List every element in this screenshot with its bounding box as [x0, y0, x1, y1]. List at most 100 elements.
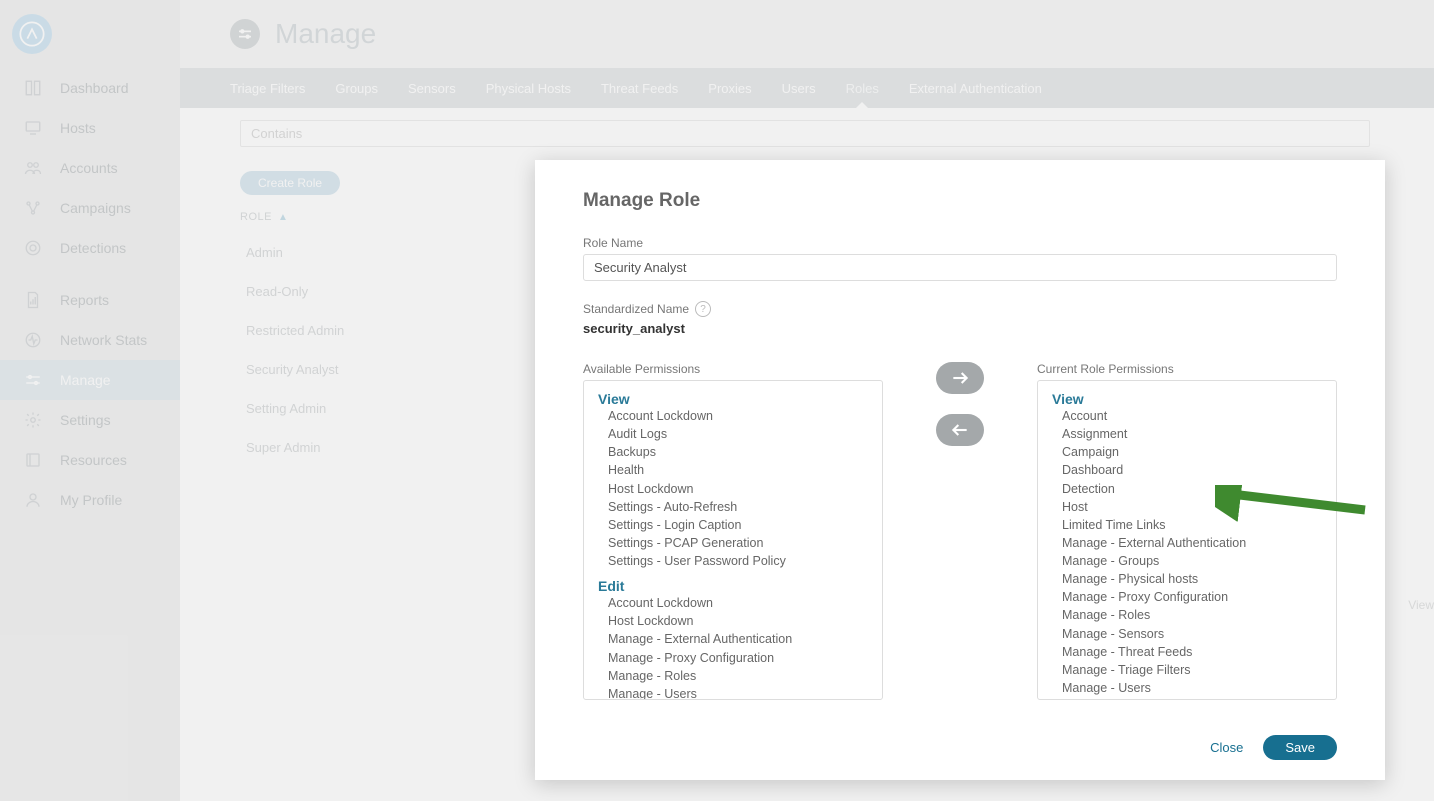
sidebar-item-hosts[interactable]: Hosts: [0, 108, 180, 148]
sidebar-item-label: Network Stats: [60, 332, 147, 348]
perm-item[interactable]: Manage - External Authentication: [598, 630, 868, 648]
sliders-icon: [24, 371, 42, 389]
filter-input[interactable]: Contains: [240, 120, 1370, 147]
page-header: Manage: [180, 0, 1434, 68]
manage-role-modal: Manage Role Role Name Standardized Name …: [535, 160, 1385, 780]
perm-item[interactable]: Campaign: [1052, 443, 1322, 461]
pulse-icon: [24, 331, 42, 349]
tab-threat-feeds[interactable]: Threat Feeds: [601, 81, 678, 96]
perm-group-header[interactable]: View: [1052, 391, 1322, 407]
tab-users[interactable]: Users: [782, 81, 816, 96]
standardized-name-value: security_analyst: [583, 321, 1337, 336]
perm-item[interactable]: Limited Time Links: [1052, 516, 1322, 534]
user-icon: [24, 491, 42, 509]
perm-item[interactable]: Assignment: [1052, 425, 1322, 443]
role-column-label: ROLE: [240, 211, 272, 223]
sort-asc-icon: ▲: [278, 212, 288, 223]
modal-title: Manage Role: [583, 190, 1337, 212]
create-role-button[interactable]: Create Role: [240, 171, 340, 195]
perm-item[interactable]: Manage - Users: [1052, 679, 1322, 697]
role-name-label: Role Name: [583, 236, 1337, 250]
perm-item[interactable]: Settings - Login Caption: [598, 516, 868, 534]
sidebar-item-dashboard[interactable]: Dashboard: [0, 68, 180, 108]
sidebar-item-label: Accounts: [60, 160, 118, 176]
tab-physical-hosts[interactable]: Physical Hosts: [486, 81, 571, 96]
reports-icon: [24, 291, 42, 309]
sidebar-item-resources[interactable]: Resources: [0, 440, 180, 480]
sidebar-item-reports[interactable]: Reports: [0, 280, 180, 320]
perm-item[interactable]: Host: [1052, 498, 1322, 516]
perm-item[interactable]: Account Lockdown: [598, 594, 868, 612]
close-button[interactable]: Close: [1210, 740, 1243, 755]
move-right-button[interactable]: [936, 362, 984, 394]
sidebar-item-settings[interactable]: Settings: [0, 400, 180, 440]
tab-external-authentication[interactable]: External Authentication: [909, 81, 1042, 96]
people-icon: [24, 159, 42, 177]
perm-item[interactable]: Settings - PCAP Generation: [598, 534, 868, 552]
sidebar-item-label: Settings: [60, 412, 111, 428]
current-permissions-label: Current Role Permissions: [1037, 362, 1337, 376]
sidebar-item-label: Hosts: [60, 120, 96, 136]
perm-item[interactable]: Manage - Threat Feeds: [1052, 643, 1322, 661]
tab-sensors[interactable]: Sensors: [408, 81, 456, 96]
perm-item[interactable]: Health: [598, 461, 868, 479]
sidebar-item-manage[interactable]: Manage: [0, 360, 180, 400]
tab-proxies[interactable]: Proxies: [708, 81, 751, 96]
perm-item[interactable]: Host Lockdown: [598, 480, 868, 498]
view-label-cutoff: View: [1400, 596, 1434, 614]
standardized-name-label: Standardized Name: [583, 302, 689, 316]
tab-triage-filters[interactable]: Triage Filters: [230, 81, 305, 96]
perm-item[interactable]: Audit Logs: [598, 425, 868, 443]
perm-item[interactable]: Dashboard: [1052, 461, 1322, 479]
book-icon: [24, 451, 42, 469]
sidebar-item-accounts[interactable]: Accounts: [0, 148, 180, 188]
perm-item[interactable]: Manage - Roles: [1052, 606, 1322, 624]
sidebar-item-label: My Profile: [60, 492, 122, 508]
help-icon[interactable]: ?: [695, 301, 711, 317]
perm-item[interactable]: Detection: [1052, 480, 1322, 498]
current-permissions-box[interactable]: ViewAccountAssignmentCampaignDashboardDe…: [1037, 380, 1337, 700]
perm-item[interactable]: Host Lockdown: [598, 612, 868, 630]
sidebar-item-detections[interactable]: Detections: [0, 228, 180, 268]
tab-groups[interactable]: Groups: [335, 81, 378, 96]
sidebar-item-label: Campaigns: [60, 200, 131, 216]
perm-item[interactable]: Notes: [1052, 697, 1322, 700]
perm-group-header[interactable]: Edit: [598, 578, 868, 594]
perm-item[interactable]: Account Lockdown: [598, 407, 868, 425]
sidebar-item-label: Manage: [60, 372, 111, 388]
sidebar-item-label: Detections: [60, 240, 126, 256]
perm-item[interactable]: Manage - Sensors: [1052, 625, 1322, 643]
campaign-icon: [24, 199, 42, 217]
perm-item[interactable]: Manage - Groups: [1052, 552, 1322, 570]
page-title: Manage: [275, 18, 376, 50]
perm-item[interactable]: Manage - Roles: [598, 667, 868, 685]
available-permissions-box[interactable]: ViewAccount LockdownAudit LogsBackupsHea…: [583, 380, 883, 700]
app-logo: [12, 14, 52, 54]
perm-item[interactable]: Manage - External Authentication: [1052, 534, 1322, 552]
perm-item[interactable]: Manage - Physical hosts: [1052, 570, 1322, 588]
perm-item[interactable]: Backups: [598, 443, 868, 461]
sidebar-item-network-stats[interactable]: Network Stats: [0, 320, 180, 360]
sidebar-item-my-profile[interactable]: My Profile: [0, 480, 180, 520]
perm-item[interactable]: Manage - Triage Filters: [1052, 661, 1322, 679]
sidebar: Dashboard Hosts Accounts Campaigns Detection…: [0, 0, 180, 801]
perm-item[interactable]: Settings - User Password Policy: [598, 552, 868, 570]
perm-item[interactable]: Manage - Users: [598, 685, 868, 700]
perm-item[interactable]: Settings - Auto-Refresh: [598, 498, 868, 516]
available-permissions-label: Available Permissions: [583, 362, 883, 376]
save-button[interactable]: Save: [1263, 735, 1337, 760]
perm-item[interactable]: Account: [1052, 407, 1322, 425]
gear-icon: [24, 411, 42, 429]
move-left-button[interactable]: [936, 414, 984, 446]
sliders-icon: [230, 19, 260, 49]
transfer-buttons: [883, 362, 1037, 446]
perm-item[interactable]: Manage - Proxy Configuration: [1052, 588, 1322, 606]
target-icon: [24, 239, 42, 257]
perm-item[interactable]: Manage - Proxy Configuration: [598, 649, 868, 667]
perm-group-header[interactable]: View: [598, 391, 868, 407]
sidebar-item-label: Dashboard: [60, 80, 129, 96]
role-name-input[interactable]: [583, 254, 1337, 281]
sidebar-item-campaigns[interactable]: Campaigns: [0, 188, 180, 228]
tab-roles[interactable]: Roles: [846, 81, 879, 96]
sidebar-item-label: Resources: [60, 452, 127, 468]
